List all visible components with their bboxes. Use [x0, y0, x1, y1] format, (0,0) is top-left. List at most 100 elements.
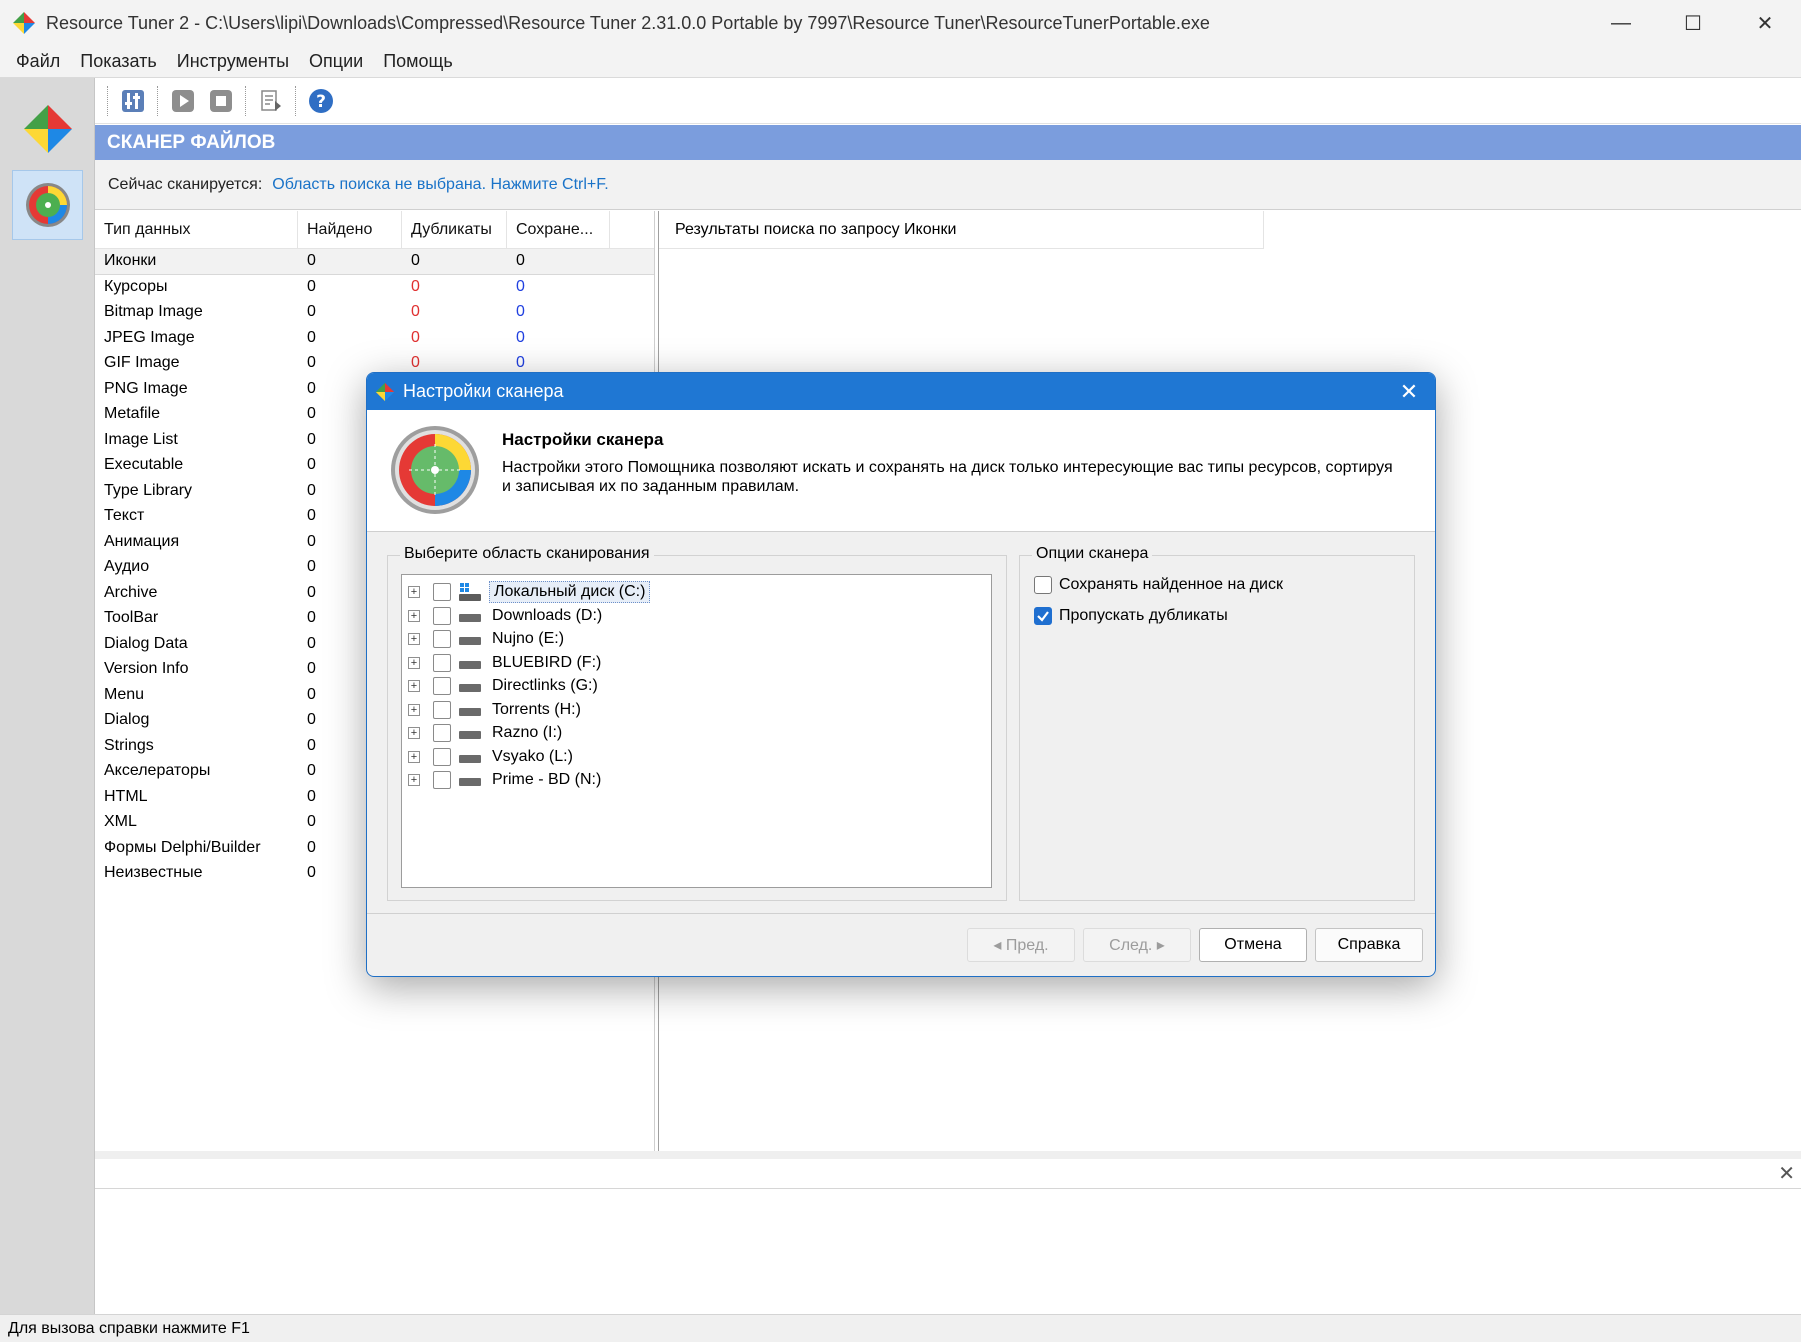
drive-checkbox[interactable] — [433, 700, 451, 719]
menu-file[interactable]: Файл — [6, 51, 70, 72]
help-button[interactable]: ? — [307, 87, 335, 115]
drive-tree-item[interactable]: + Directlinks (G:) — [408, 674, 602, 698]
nav-resources-button[interactable] — [12, 94, 83, 164]
dialog-title-bar: Настройки сканера ✕ — [367, 373, 1435, 410]
scanner-band-title: СКАНЕР ФАЙЛОВ — [95, 125, 1801, 160]
drive-checkbox[interactable] — [433, 724, 451, 742]
table-row[interactable]: Иконки 0 0 0 — [95, 249, 654, 275]
toolbar-separator — [157, 85, 159, 116]
table-row[interactable]: JPEG Image 0 0 0 — [95, 326, 654, 352]
expand-icon[interactable]: + — [408, 656, 420, 669]
prev-button[interactable]: ◂ Пред. — [967, 928, 1075, 962]
drive-tree-item[interactable]: + BLUEBIRD (F:) — [408, 651, 605, 675]
maximize-button[interactable]: ☐ — [1657, 0, 1729, 46]
dialog-close-button[interactable]: ✕ — [1383, 373, 1435, 410]
drive-checkbox[interactable] — [433, 677, 451, 695]
expand-icon[interactable]: + — [408, 609, 420, 622]
drive-tree-item[interactable]: + Prime - BD (N:) — [408, 768, 605, 792]
close-panel-button[interactable]: ✕ — [1778, 1161, 1795, 1186]
scanning-status: Сейчас сканируется: Область поиска не вы… — [95, 160, 1801, 210]
dialog-footer-divider — [367, 913, 1435, 914]
drive-checkbox[interactable] — [433, 606, 451, 625]
expand-icon[interactable]: + — [408, 774, 420, 786]
drive-checkbox[interactable] — [433, 583, 451, 601]
nav-scanner-button[interactable] — [12, 170, 83, 240]
expand-icon[interactable]: + — [408, 586, 420, 598]
toolbar-separator — [295, 85, 297, 116]
skip-duplicates-checkbox[interactable] — [1034, 607, 1052, 625]
drive-label: BLUEBIRD (F:) — [492, 653, 602, 671]
results-header[interactable]: Результаты поиска по запросу Иконки — [659, 211, 1264, 249]
drive-icon — [459, 778, 481, 786]
minimize-button[interactable]: — — [1585, 0, 1657, 46]
menu-help[interactable]: Помощь — [373, 51, 463, 72]
cell-type: Image List — [104, 430, 178, 448]
settings-button[interactable] — [119, 87, 147, 115]
column-header-duplicates[interactable]: Дубликаты — [402, 211, 507, 248]
cell-type: Version Info — [104, 660, 189, 677]
cell-type: Dialog — [104, 711, 150, 728]
scanner-options-group: Опции сканера Сохранять найденное на дис… — [1019, 545, 1415, 901]
option-save-found[interactable]: Сохранять найденное на диск — [1034, 576, 1283, 594]
export-button[interactable] — [257, 87, 285, 115]
cancel-button[interactable]: Отмена — [1199, 928, 1307, 962]
toolbar-separator — [107, 85, 109, 116]
drive-tree-item[interactable]: + Torrents (H:) — [408, 698, 585, 722]
cell-type: Dialog Data — [104, 634, 188, 652]
drive-checkbox[interactable] — [433, 747, 451, 766]
start-scan-button[interactable] — [169, 87, 197, 115]
expand-icon[interactable]: + — [408, 680, 420, 692]
scanning-value-link[interactable]: Область поиска не выбрана. Нажмите Ctrl+… — [272, 176, 608, 194]
help-dialog-button[interactable]: Справка — [1315, 928, 1423, 962]
svg-text:?: ? — [316, 92, 326, 112]
status-bar: Для вызова справки нажмите F1 — [0, 1314, 1801, 1342]
menu-options[interactable]: Опции — [299, 51, 373, 72]
windows-drive-icon — [459, 583, 481, 601]
splitter[interactable] — [95, 1151, 1801, 1159]
drive-tree-item[interactable]: + Локальный диск (C:) — [408, 580, 651, 604]
drive-tree-item[interactable]: + Razno (I:) — [408, 721, 566, 745]
close-window-button[interactable]: ✕ — [1729, 0, 1801, 46]
table-row[interactable]: Bitmap Image 0 0 0 — [95, 300, 654, 326]
save-found-checkbox[interactable] — [1034, 576, 1052, 594]
cell-type: Archive — [104, 583, 158, 601]
column-header-type[interactable]: Тип данных — [95, 211, 298, 248]
scanner-radar-icon — [391, 426, 479, 514]
expand-icon[interactable]: + — [408, 750, 420, 763]
cell-found: 0 — [307, 277, 316, 295]
drive-tree-item[interactable]: + Downloads (D:) — [408, 604, 606, 628]
cell-type: Type Library — [104, 481, 193, 499]
expand-icon[interactable]: + — [408, 703, 420, 716]
cell-found: 0 — [307, 252, 316, 269]
option-skip-duplicates[interactable]: Пропускать дубликаты — [1034, 607, 1228, 625]
drive-checkbox[interactable] — [433, 630, 451, 648]
expand-icon[interactable]: + — [408, 727, 420, 739]
column-header-found[interactable]: Найдено — [298, 211, 402, 248]
drive-label: Razno (I:) — [492, 724, 563, 741]
drive-label: Локальный диск (C:) — [489, 581, 651, 603]
toolbar: ? — [95, 78, 1801, 124]
menu-view[interactable]: Показать — [70, 51, 167, 72]
bottom-panel-header: ✕ — [95, 1159, 1801, 1189]
app-logo-icon — [13, 12, 35, 34]
cell-duplicates: 0 — [411, 252, 420, 269]
drive-label: Vsyako (L:) — [492, 747, 573, 765]
cell-type: Menu — [104, 685, 145, 703]
drive-tree-item[interactable]: + Nujno (E:) — [408, 627, 568, 651]
stop-scan-button[interactable] — [207, 87, 235, 115]
menu-tools[interactable]: Инструменты — [167, 51, 299, 72]
cell-duplicates: 0 — [411, 303, 420, 320]
dialog-description: Настройки этого Помощника позволяют иска… — [502, 459, 1393, 495]
drive-checkbox[interactable] — [433, 771, 451, 789]
drive-icon — [459, 731, 481, 739]
save-found-label: Сохранять найденное на диск — [1059, 576, 1283, 593]
stop-icon — [210, 89, 232, 112]
drive-tree-item[interactable]: + Vsyako (L:) — [408, 745, 577, 769]
column-header-saved[interactable]: Сохране... — [507, 211, 610, 248]
expand-icon[interactable]: + — [408, 633, 420, 645]
table-row[interactable]: Курсоры 0 0 0 — [95, 275, 654, 301]
next-button[interactable]: След. ▸ — [1083, 928, 1191, 962]
drive-checkbox[interactable] — [433, 653, 451, 672]
cell-type: Аудио — [104, 558, 150, 575]
play-icon — [172, 89, 194, 112]
